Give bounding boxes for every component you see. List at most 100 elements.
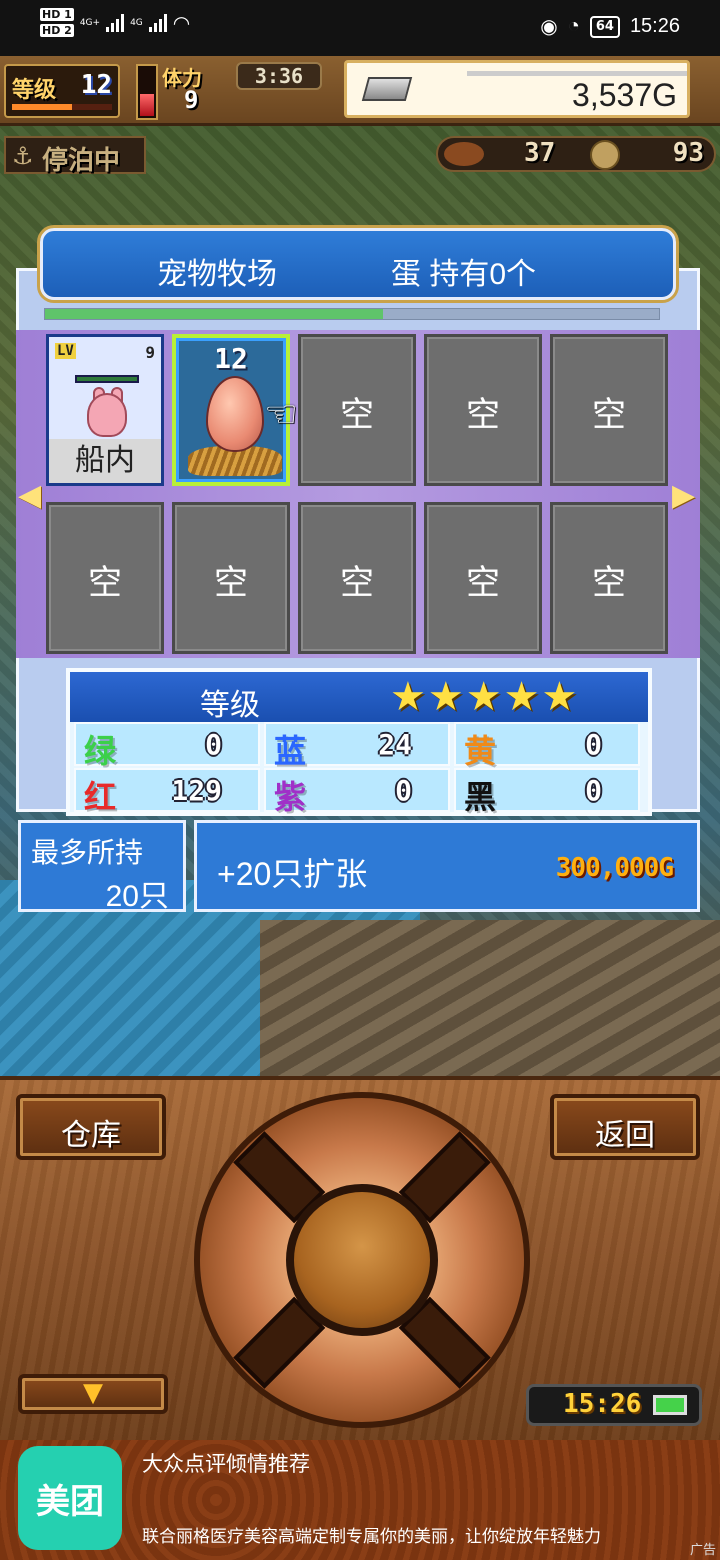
gold-bar [467,71,687,76]
grade-stars: ★★★★★ [390,674,580,720]
pet-lv-badge: LV [55,343,76,359]
color-value: 24 [378,728,412,761]
level-label: 等级 [12,78,57,103]
game-clock: 15:26 [526,1384,702,1426]
slot-empty[interactable]: 空 [424,502,542,654]
wifi-icon: ◠ [172,10,191,35]
slot-empty[interactable]: 空 [298,502,416,654]
secondary-hud: ⚓ 停泊中 37 93 [0,132,720,178]
pointing-hand-icon: ☜ [264,392,299,436]
anchor-status: 停泊中 [42,146,121,176]
grade-title: 等级 [200,689,260,722]
player-level-box: 等级 12 [4,64,120,118]
empty-label: 空 [214,564,248,602]
recovery-timer: 3:36 [236,62,322,90]
ad-description: 联合丽格医疗美容高端定制专属你的美丽，让你绽放年轻魅力 [142,1527,601,1546]
stamina-value: 9 [184,86,199,114]
rabbit-pet-icon [87,393,127,437]
ad-title: 大众点评倾情推荐 [142,1453,310,1476]
color-cell-red: 红 129 [74,768,260,816]
resource-b-value: 93 [672,138,704,168]
wheel-center-button[interactable] [286,1184,438,1336]
silver-bar-icon [361,77,413,101]
expand-label: +20只扩张 [217,856,368,892]
empty-label: 空 [592,396,626,434]
signal-2-icon [148,13,167,32]
ship-wheel-control[interactable] [194,1092,530,1428]
egg-icon [206,376,264,452]
meituan-logo: 美团 [18,1446,122,1550]
level-exp-bar [12,104,112,110]
warehouse-button[interactable]: 仓库 [16,1094,166,1160]
page-right-arrow-icon[interactable]: ▶ [672,478,695,513]
battery-indicator: 64 [589,15,620,38]
warehouse-label: 仓库 [61,1119,121,1152]
slot-empty[interactable]: 空 [172,502,290,654]
color-key: 蓝 [274,732,307,770]
signal-1-icon [106,13,125,32]
back-label: 返回 [595,1119,655,1152]
back-button[interactable]: 返回 [550,1094,700,1160]
chevron-down-icon: ▼ [83,1378,103,1408]
gold-display[interactable]: 3,537G [344,60,690,118]
empty-label: 空 [340,564,374,602]
network-type-2: 4G [130,17,143,28]
empty-label: 空 [466,564,500,602]
color-key: 紫 [274,778,307,816]
color-cell-purple: 紫 0 [264,768,450,816]
hd1-badge: HD 1 [40,8,74,21]
page-left-arrow-icon[interactable]: ◀ [18,478,41,513]
speed-icon: ◔ [567,15,580,37]
color-cell-black: 黑 0 [454,768,640,816]
empty-label: 空 [88,564,122,602]
color-key: 黄 [464,732,497,770]
ranch-title-banner: 宠物牧场 蛋 持有0个 [40,228,676,300]
anchor-icon: ⚓ [12,142,34,170]
eye-comfort-icon: ◉ [540,16,558,38]
max-capacity-value: 20只 [105,880,169,913]
game-clock-time: 15:26 [563,1389,642,1419]
slot-empty[interactable]: 空 [46,502,164,654]
color-value: 0 [585,728,602,761]
color-key: 绿 [84,732,117,770]
color-value: 0 [205,728,222,761]
ranch-title: 宠物牧场 [157,258,277,291]
pet-hp-bar [75,375,139,383]
empty-label: 空 [466,396,500,434]
ad-banner[interactable]: 美团 大众点评倾情推荐 联合丽格医疗美容高端定制专属你的美丽，让你绽放年轻魅力 … [0,1440,720,1560]
egg-count: 12 [214,342,248,375]
gold-value: 3,537G [572,77,677,113]
hd2-badge: HD 2 [40,24,74,37]
dock-area [260,920,720,1080]
anchor-status-box[interactable]: ⚓ 停泊中 [4,136,146,176]
grade-table: 等级 ★★★★★ 绿 0 蓝 24 黄 0 红 129 紫 0 黑 0 [66,668,652,816]
slot-empty[interactable]: 空 [424,334,542,486]
status-time: 15:26 [629,15,680,37]
ad-tag: 广告 [689,1542,716,1557]
slot-empty[interactable]: 空 [298,334,416,486]
status-left: HD 1 HD 2 4G+ 4G ◠ [40,8,190,37]
status-right: ◉ ◔ 64 15:26 [540,14,680,39]
egg-count-status: 蛋 持有0个 [391,258,537,291]
max-capacity-box: 最多所持 20只 [18,820,186,913]
top-hud: 等级 12 体力 9 3:36 3,537G [0,56,720,126]
color-cell-green: 绿 0 [74,722,260,770]
pet-location-label: 船内 [75,444,135,477]
expand-capacity-button[interactable]: +20只扩张 300,000G [194,820,700,912]
pet-lv-value: 9 [145,343,155,362]
resource-bar: 37 93 [436,136,716,172]
color-key: 黑 [464,778,497,816]
color-cell-yellow: 黄 0 [454,722,640,770]
level-value: 12 [80,70,112,100]
slot-pet[interactable]: LV 9 船内 [46,334,164,486]
max-capacity-label: 最多所持 [31,837,144,868]
empty-label: 空 [340,396,374,434]
scroll-down-button[interactable]: ▼ [18,1374,168,1414]
stamina-gauge [136,64,158,120]
ad-logo-text: 美团 [36,1482,104,1522]
resource-a-value: 37 [524,138,556,168]
coin-icon [590,140,620,170]
slot-empty[interactable]: 空 [550,334,668,486]
slot-empty[interactable]: 空 [550,502,668,654]
status-bar: HD 1 HD 2 4G+ 4G ◠ ◉ ◔ 64 15:26 [0,0,720,56]
